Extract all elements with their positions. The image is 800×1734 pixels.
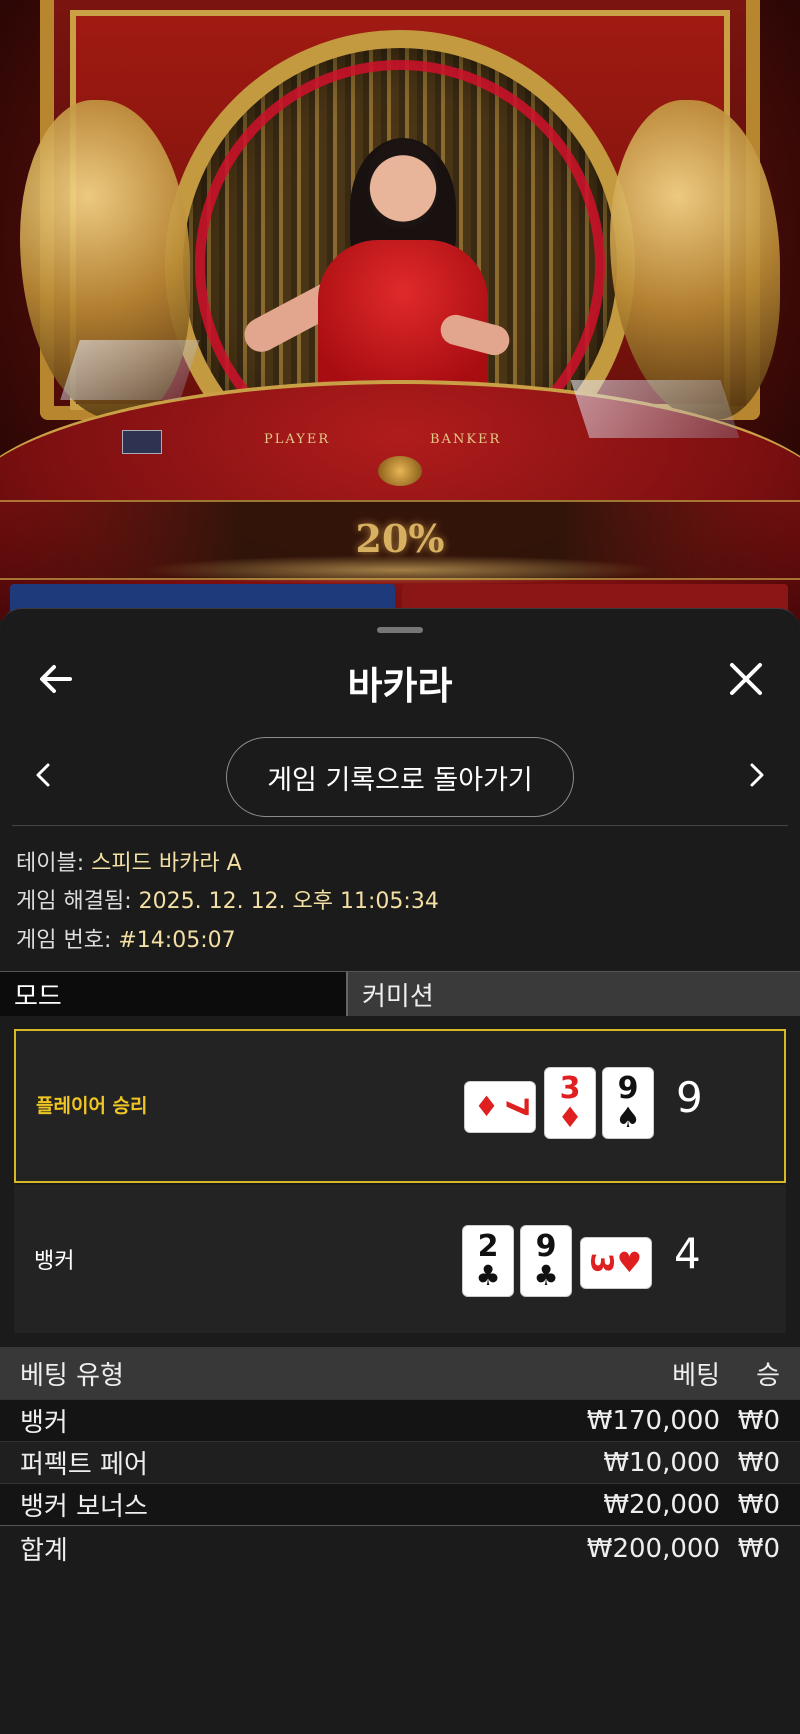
total-label: 합계: [20, 1536, 68, 1566]
playing-card: 9 ♣: [520, 1225, 572, 1297]
table-info-value: 스피드 바카라 A: [91, 851, 242, 876]
player-result-label: 플레이어 승리: [36, 1095, 148, 1117]
dealer-head: [368, 140, 438, 228]
tab-mode[interactable]: 모드: [0, 972, 346, 1016]
resolved-info: 게임 해결됨: 2025. 12. 12. 오후 11:05:34: [16, 883, 439, 915]
bets-table: 베팅 유형 베팅 승 뱅커 ₩170,000 ₩0 퍼펙트 페어 ₩10,000…: [0, 1347, 800, 1571]
chevron-left-icon[interactable]: [28, 755, 58, 795]
card-rank: 3: [583, 1252, 619, 1274]
gold-sparkles: [140, 555, 660, 585]
card-suit: ♣: [533, 1259, 559, 1292]
sheet-title: 바카라: [347, 664, 453, 708]
bet-type-cell: 뱅커: [20, 1408, 68, 1438]
card-suit: ♦: [474, 1090, 500, 1123]
banker-result-row: 뱅커 2 ♣ 9 ♣ 3 ♥ 4: [14, 1185, 786, 1333]
game-number-info: 게임 번호: #14:05:07: [16, 922, 236, 954]
banker-score: 4: [674, 1229, 701, 1278]
resolved-info-value: 2025. 12. 12. 오후 11:05:34: [138, 889, 439, 914]
total-row: 합계 ₩200,000 ₩0: [0, 1525, 800, 1571]
game-number-label: 게임 번호:: [16, 928, 119, 953]
game-history-sheet: 바카라 게임 기록으로 돌아가기 테이블: 스피드 바카라 A 게임 해결됨: …: [0, 608, 800, 1734]
table-row: 뱅커 ₩170,000 ₩0: [0, 1399, 800, 1441]
total-win: ₩0: [737, 1533, 780, 1564]
header-bet-type: 베팅 유형: [20, 1360, 124, 1391]
card-rank: 7: [498, 1096, 534, 1118]
back-to-history-button[interactable]: 게임 기록으로 돌아가기: [226, 737, 574, 817]
header-bet: 베팅: [672, 1360, 720, 1391]
card-rank: 9: [535, 1229, 557, 1264]
card-suit: ♦: [557, 1101, 583, 1134]
win-amount-cell: ₩0: [737, 1489, 780, 1520]
table-label-banker: BANKER: [430, 432, 502, 447]
win-amount-cell: ₩0: [737, 1405, 780, 1436]
live-video-stream: PLAYER BANKER 20%: [0, 0, 800, 620]
bets-table-header: 베팅 유형 베팅 승: [0, 1347, 800, 1399]
game-number-value: #14:05:07: [118, 928, 236, 953]
playing-card: 3 ♦: [544, 1067, 596, 1139]
close-icon[interactable]: [724, 657, 768, 701]
table-info-label: 테이블:: [16, 851, 92, 876]
total-bet: ₩200,000: [586, 1533, 720, 1564]
player-score: 9: [676, 1073, 703, 1122]
win-amount-cell: ₩0: [737, 1447, 780, 1478]
table-row: 퍼펙트 페어 ₩10,000 ₩0: [0, 1441, 800, 1483]
discard-tray: [60, 340, 200, 400]
bet-amount-cell: ₩20,000: [603, 1489, 720, 1520]
card-suit: ♠: [615, 1101, 641, 1134]
table-label-player: PLAYER: [264, 432, 331, 447]
resolved-info-label: 게임 해결됨:: [16, 889, 139, 914]
table-info: 테이블: 스피드 바카라 A: [16, 845, 242, 877]
divider: [12, 825, 788, 826]
card-rank: 9: [617, 1071, 639, 1106]
playing-card: 9 ♠: [602, 1067, 654, 1139]
playing-card: ♦ 7: [464, 1081, 536, 1133]
tab-commission[interactable]: 커미션: [346, 972, 800, 1016]
chip-stack: [378, 456, 422, 486]
header-win: 승: [756, 1360, 780, 1391]
card-suit: ♥: [616, 1246, 642, 1279]
mode-tabs: 모드 커미션: [0, 971, 800, 1016]
bet-type-cell: 퍼펙트 페어: [20, 1450, 148, 1480]
card-suit: ♣: [475, 1259, 501, 1292]
card-rank: 2: [477, 1229, 499, 1264]
card-rank: 3: [559, 1071, 581, 1106]
playing-card: 2 ♣: [462, 1225, 514, 1297]
table-row: 뱅커 보너스 ₩20,000 ₩0: [0, 1483, 800, 1525]
sheet-drag-handle[interactable]: [377, 627, 423, 633]
bet-amount-cell: ₩10,000: [603, 1447, 720, 1478]
bet-type-cell: 뱅커 보너스: [20, 1492, 148, 1522]
chevron-right-icon[interactable]: [742, 755, 772, 795]
playing-card: 3 ♥: [580, 1237, 652, 1289]
card-shoe: [570, 380, 740, 438]
banker-result-label: 뱅커: [34, 1249, 75, 1274]
card-pile: [122, 430, 162, 454]
player-result-row: 플레이어 승리 ♦ 7 3 ♦ 9 ♠ 9: [14, 1029, 786, 1183]
bet-amount-cell: ₩170,000: [586, 1405, 720, 1436]
